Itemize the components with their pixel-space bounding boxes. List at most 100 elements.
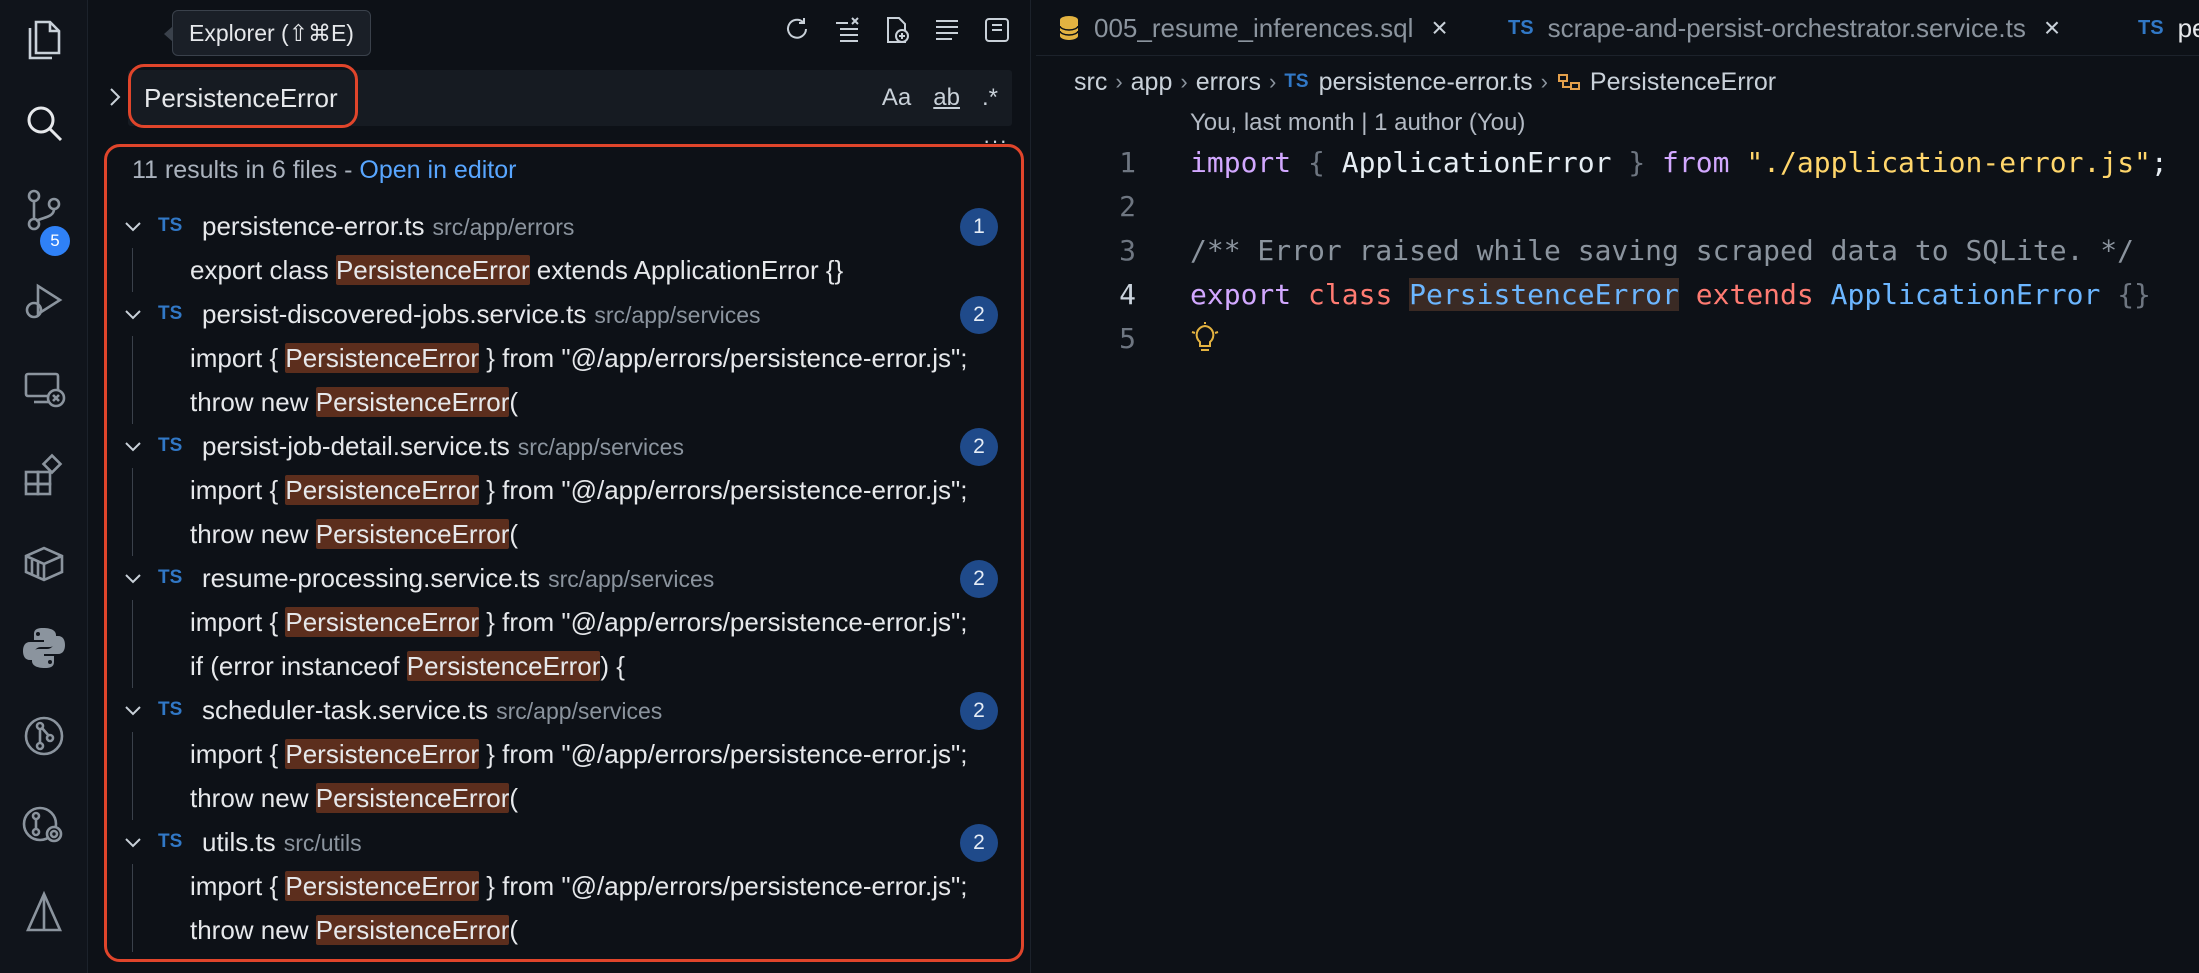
breadcrumb: src › app › errors › TS persistence-erro… xyxy=(1074,64,1776,100)
match-count-badge: 1 xyxy=(960,208,998,246)
collapse-all-button[interactable] xyxy=(980,13,1014,47)
match-suffix: ( xyxy=(509,519,519,549)
result-file-row[interactable]: TS persist-job-detail.service.ts src/app/s… xyxy=(88,424,1030,468)
match-whole-word-toggle[interactable]: ab xyxy=(929,80,964,116)
result-match-row[interactable]: import { PersistenceError } from "@/app/… xyxy=(88,732,1030,776)
chevron-down-icon[interactable] xyxy=(120,697,146,723)
explorer-icon[interactable] xyxy=(0,0,88,80)
extensions-icon[interactable] xyxy=(0,436,88,516)
chevron-right-icon: › xyxy=(1269,69,1277,94)
warp-icon[interactable] xyxy=(0,872,88,952)
chevron-down-icon[interactable] xyxy=(120,213,146,239)
result-file-row[interactable]: TS utils.ts src/utils 2 xyxy=(88,820,1030,864)
result-match-row[interactable]: export class PersistenceError extends Ap… xyxy=(88,248,1030,292)
match-highlight: PersistenceError xyxy=(285,739,479,769)
typescript-icon: TS xyxy=(158,215,183,236)
run-debug-icon[interactable] xyxy=(0,260,88,340)
chevron-down-icon[interactable] xyxy=(120,565,146,591)
match-suffix: ( xyxy=(509,915,519,945)
tab-orchestrator[interactable]: TS scrape-and-persist-orchestrator.servi… xyxy=(1508,0,2060,56)
match-preview: export class PersistenceError extends Ap… xyxy=(190,248,843,292)
chevron-down-icon[interactable] xyxy=(120,829,146,855)
refresh-button[interactable] xyxy=(780,13,814,47)
result-match-row[interactable]: throw new PersistenceError( xyxy=(88,776,1030,820)
breadcrumb-app[interactable]: app xyxy=(1131,64,1173,100)
typescript-icon: TS xyxy=(1284,71,1309,92)
chevron-down-icon[interactable] xyxy=(120,301,146,327)
match-preview: throw new PersistenceError( xyxy=(190,380,518,424)
code-line-1[interactable]: 1 import { ApplicationError } from "./ap… xyxy=(1036,141,2199,185)
source-control-badge: 5 xyxy=(40,226,70,256)
match-prefix: export class xyxy=(190,255,336,285)
containers-icon[interactable] xyxy=(0,522,88,602)
result-match-row[interactable]: throw new PersistenceError( xyxy=(88,380,1030,424)
typescript-icon: TS xyxy=(1508,16,1534,39)
match-highlight: PersistenceError xyxy=(315,783,510,813)
typescript-icon: TS xyxy=(158,699,183,720)
file-path: src/app/services xyxy=(517,434,684,460)
line-number: 3 xyxy=(1119,234,1136,267)
result-match-row[interactable]: import { PersistenceError } from "@/app/… xyxy=(88,600,1030,644)
breadcrumb-src[interactable]: src xyxy=(1074,64,1107,100)
match-prefix: import { xyxy=(190,475,286,505)
result-file-row[interactable]: TS resume-processing.service.ts src/app/se… xyxy=(88,556,1030,600)
file-path: src/utils xyxy=(283,830,362,856)
result-file-row[interactable]: TS scheduler-task.service.ts src/app/servi… xyxy=(88,688,1030,732)
editor: 005_resume_inferences.sql × TS scrape-an… xyxy=(1036,0,2199,973)
result-match-row[interactable]: import { PersistenceError } from "@/app/… xyxy=(88,468,1030,512)
match-preview: if (error instanceof PersistenceError) { xyxy=(190,644,625,688)
tab-persistence-error[interactable]: TS pe xyxy=(2138,0,2199,56)
gitlens-icon[interactable] xyxy=(0,784,88,864)
search-icon[interactable] xyxy=(0,84,88,164)
match-prefix: throw new xyxy=(190,519,316,549)
code-line-4[interactable]: 4 export class PersistenceError extends … xyxy=(1036,273,2199,317)
keyword: export xyxy=(1190,278,1292,311)
codelens-blame[interactable]: You, last month | 1 author (You) xyxy=(1190,105,1525,141)
match-highlight: PersistenceError xyxy=(285,607,479,637)
identifier: ApplicationError xyxy=(1341,146,1612,179)
result-file-row[interactable]: TS persistence-error.ts src/app/errors 1 xyxy=(88,204,1030,248)
result-match-row[interactable]: import { PersistenceError } from "@/app/… xyxy=(88,336,1030,380)
code-line-5[interactable]: 5 xyxy=(1036,317,2199,361)
result-match-row[interactable]: import { PersistenceError } from "@/app/… xyxy=(88,864,1030,908)
tree-indent-guide xyxy=(132,644,133,688)
breadcrumb-symbol[interactable]: PersistenceError xyxy=(1590,64,1776,100)
match-prefix: import { xyxy=(190,343,286,373)
chevron-down-icon[interactable] xyxy=(120,433,146,459)
result-file-name: resume-processing.service.ts src/app/serv… xyxy=(202,556,714,600)
close-icon[interactable]: × xyxy=(1431,12,1447,44)
result-match-row[interactable]: throw new PersistenceError( xyxy=(88,512,1030,556)
code-line-3[interactable]: 3 /** Error raised while saving scraped … xyxy=(1036,229,2199,273)
result-file-row[interactable]: TS persist-discovered-jobs.service.ts src/… xyxy=(88,292,1030,336)
match-case-toggle[interactable]: Aa xyxy=(878,80,915,116)
remote-explorer-icon[interactable] xyxy=(0,348,88,428)
tree-indent-guide xyxy=(132,512,133,556)
results-count: 11 results in 6 files - xyxy=(132,156,360,184)
breadcrumb-errors[interactable]: errors xyxy=(1196,64,1261,100)
python-icon[interactable] xyxy=(0,608,88,688)
result-file-name: utils.ts src/utils xyxy=(202,820,362,864)
code-line-2[interactable]: 2 xyxy=(1036,185,2199,229)
breadcrumb-file[interactable]: persistence-error.ts xyxy=(1319,64,1533,100)
match-prefix: if (error instanceof xyxy=(190,651,407,681)
toggle-replace-icon[interactable] xyxy=(100,82,130,112)
file-path: src/app/services xyxy=(594,302,761,328)
open-in-editor-link[interactable]: Open in editor xyxy=(359,156,516,184)
clear-results-button[interactable] xyxy=(830,13,864,47)
tab-sql[interactable]: 005_resume_inferences.sql × xyxy=(1058,0,1448,56)
lightbulb-icon[interactable] xyxy=(1190,317,1220,369)
result-file-name: persistence-error.ts src/app/errors xyxy=(202,204,574,248)
code-content: import { ApplicationError } from "./appl… xyxy=(1190,141,2168,185)
use-regex-toggle[interactable]: .* xyxy=(978,80,1002,116)
git-graph-icon[interactable] xyxy=(0,696,88,776)
file-name: persist-job-detail.service.ts xyxy=(202,431,510,461)
view-as-tree-button[interactable] xyxy=(930,13,964,47)
match-count-badge: 2 xyxy=(960,824,998,862)
new-search-editor-button[interactable] xyxy=(880,13,914,47)
result-match-row[interactable]: throw new PersistenceError( xyxy=(88,908,1030,952)
result-match-row[interactable]: if (error instanceof PersistenceError) { xyxy=(88,644,1030,688)
close-icon[interactable]: × xyxy=(2044,12,2060,44)
match-suffix: } from "@/app/errors/persistence-error.j… xyxy=(479,871,968,901)
match-prefix: throw new xyxy=(190,783,316,813)
file-path: src/app/services xyxy=(548,566,715,592)
